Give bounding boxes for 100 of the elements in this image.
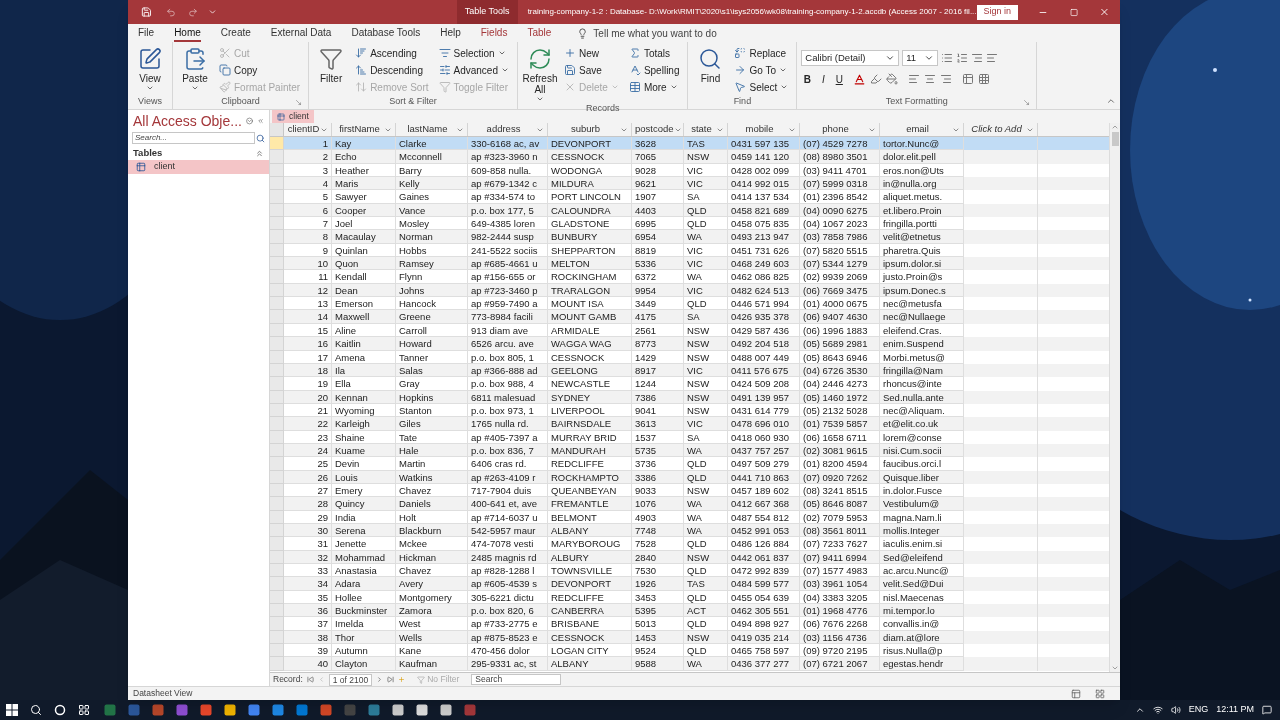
windows-logo-icon[interactable] xyxy=(6,704,18,716)
column-header[interactable]: postcode xyxy=(632,123,684,136)
ribbon-button[interactable]: Find xyxy=(692,45,729,84)
sign-in-button[interactable]: Sign in xyxy=(976,4,1019,20)
language-indicator[interactable]: ENG xyxy=(1188,703,1209,717)
ribbon-button[interactable]: Ascending xyxy=(355,45,433,61)
previous-record-icon[interactable] xyxy=(317,676,325,683)
row-selector[interactable] xyxy=(270,577,284,591)
table-row[interactable]: 40 Clayton Kaufman 295-9331 ac, st ALBANY 9588 WA 0436 377 277 (07) 6721 2067 egestas.hendr xyxy=(270,657,1109,671)
ribbon-button[interactable]: Save xyxy=(564,62,623,78)
record-position-field[interactable]: 1 of 2100 xyxy=(328,673,373,686)
task-view-icon[interactable] xyxy=(78,704,90,716)
ribbon-button[interactable]: Spelling xyxy=(628,62,684,78)
indent-icon[interactable] xyxy=(971,52,984,64)
app-icon[interactable] xyxy=(224,704,236,716)
ribbon-button[interactable]: Advanced xyxy=(438,62,513,78)
font-color-icon[interactable] xyxy=(853,72,867,86)
row-selector[interactable] xyxy=(270,457,284,471)
table-row[interactable]: 1 Kay Clarke 330-6168 ac, av DEVONPORT 3628 TAS 0431 597 135 (07) 4529 7278 tortor.Nunc@ xyxy=(270,137,1109,151)
network-icon[interactable] xyxy=(1152,705,1163,715)
scroll-up-icon[interactable] xyxy=(1111,123,1119,131)
ribbon-button[interactable]: Refresh All xyxy=(522,45,558,103)
ribbon-tab[interactable]: Fields xyxy=(480,24,508,42)
ribbon-tab[interactable]: External Data xyxy=(270,24,332,42)
column-header[interactable]: phone xyxy=(800,123,880,136)
column-header[interactable]: address xyxy=(468,123,548,136)
document-tab[interactable]: client xyxy=(272,110,314,123)
row-selector[interactable] xyxy=(270,177,284,191)
ribbon-button[interactable]: Paste xyxy=(177,45,213,92)
format-button[interactable]: B xyxy=(801,72,814,86)
row-selector[interactable] xyxy=(270,644,284,658)
table-row[interactable]: 4 Maris Kelly ap #679-1342 c MILDURA 9621 VIC 0414 992 015 (07) 5999 0318 in@nulla.org xyxy=(270,177,1109,191)
ribbon-button[interactable]: Replace xyxy=(734,45,793,61)
scroll-thumb[interactable] xyxy=(1111,132,1119,146)
collapse-section-icon[interactable] xyxy=(255,148,264,158)
ribbon-button[interactable]: Select xyxy=(734,79,793,95)
column-header[interactable]: Click to Add xyxy=(964,123,1038,136)
first-record-icon[interactable] xyxy=(306,676,314,683)
row-selector[interactable] xyxy=(270,190,284,204)
ribbon-tab[interactable]: Help xyxy=(440,24,461,42)
design-view-icon[interactable] xyxy=(1095,688,1105,699)
maximize-icon[interactable] xyxy=(1070,7,1079,17)
row-selector[interactable] xyxy=(270,657,284,671)
column-header[interactable]: email xyxy=(880,123,964,136)
last-record-icon[interactable] xyxy=(387,676,395,683)
ribbon-button[interactable]: Totals xyxy=(628,45,684,61)
table-row[interactable]: 14 Maxwell Greene 773-8984 facili MOUNT GAMB 4175 SA 0426 935 378 (06) 9407 4630 nec@Nullaege xyxy=(270,310,1109,324)
table-row[interactable]: 8 Macaulay Norman 982-2444 susp BUNBURY 6954 WA 0493 213 947 (03) 7858 7986 velit@etnetus xyxy=(270,230,1109,244)
collapse-pane-icon[interactable] xyxy=(256,116,264,126)
ribbon-button[interactable]: Descending xyxy=(355,62,433,78)
row-selector[interactable] xyxy=(270,564,284,578)
column-header[interactable]: firstName xyxy=(332,123,396,136)
table-row[interactable]: 10 Quon Ramsey ap #685-4661 u MELTON 5336 VIC 0468 249 603 (07) 5344 1279 ipsum.dolor.si xyxy=(270,257,1109,271)
record-search-field[interactable]: Search xyxy=(471,674,562,685)
column-header[interactable]: suburb xyxy=(548,123,632,136)
row-selector[interactable] xyxy=(270,337,284,351)
app-icon[interactable] xyxy=(392,704,404,716)
clock[interactable]: 12:11 PM xyxy=(1216,703,1254,717)
row-selector[interactable] xyxy=(270,230,284,244)
tell-me-field[interactable]: Tell me what you want to do xyxy=(593,25,754,41)
ribbon-tab[interactable]: Table xyxy=(527,24,552,42)
paint-bucket-icon[interactable] xyxy=(886,73,899,85)
column-header[interactable]: clientID xyxy=(284,123,332,136)
new-record-icon[interactable] xyxy=(398,676,406,683)
tray-expand-icon[interactable] xyxy=(1134,705,1145,715)
table-row[interactable]: 36 Buckminster Zamora p.o. box 820, 6 CANBERRA 5395 ACT 0462 305 551 (01) 1968 4776 mi.tempor.lo xyxy=(270,604,1109,618)
scroll-down-icon[interactable] xyxy=(1111,664,1119,672)
align-left-icon[interactable] xyxy=(908,73,921,85)
font-name-dropdown[interactable]: Calibri (Detail) xyxy=(801,50,900,66)
ribbon-button[interactable]: Copy xyxy=(219,62,305,78)
pane-menu-icon[interactable] xyxy=(245,116,253,126)
row-selector[interactable] xyxy=(270,310,284,324)
bullet-list-icon[interactable] xyxy=(941,52,954,64)
font-size-dropdown[interactable]: 11 xyxy=(902,50,939,66)
column-header[interactable]: state xyxy=(684,123,728,136)
datasheet-view-icon[interactable] xyxy=(1071,688,1081,699)
ribbon-button[interactable]: New xyxy=(564,45,623,61)
row-selector[interactable] xyxy=(270,377,284,391)
ribbon-button[interactable]: View xyxy=(132,45,168,92)
save-icon[interactable] xyxy=(141,6,152,18)
table-icon[interactable] xyxy=(962,73,975,85)
align-center-icon[interactable] xyxy=(924,73,937,85)
customize-icon[interactable] xyxy=(207,7,217,17)
row-selector[interactable] xyxy=(270,257,284,271)
row-selector[interactable] xyxy=(270,297,284,311)
align-right-icon[interactable] xyxy=(940,73,953,85)
grid-icon[interactable] xyxy=(978,73,991,85)
row-selector[interactable] xyxy=(270,217,284,231)
undo-icon[interactable] xyxy=(165,6,176,18)
app-icon[interactable] xyxy=(416,704,428,716)
ribbon-tab[interactable]: File xyxy=(138,24,155,42)
column-header[interactable]: mobile xyxy=(728,123,800,136)
table-row[interactable]: 16 Kaitlin Howard 6526 arcu. ave WAGGA WAG 8773 NSW 0492 204 518 (05) 5689 2981 enim.Suspend xyxy=(270,337,1109,351)
launcher-icon[interactable] xyxy=(295,98,303,106)
table-row[interactable]: 28 Quincy Daniels 400-641 et, ave FREMANTLE 1076 WA 0412 667 368 (05) 8646 8087 Vestibulum@ xyxy=(270,497,1109,511)
ribbon-tab[interactable]: Create xyxy=(220,24,251,42)
row-selector[interactable] xyxy=(270,497,284,511)
close-icon[interactable] xyxy=(1099,6,1110,18)
collapse-ribbon-icon[interactable] xyxy=(1106,96,1116,106)
table-row[interactable]: 2 Echo Mcconnell ap #323-3960 n CESSNOCK 7065 NSW 0459 141 120 (08) 8980 3501 dolor.elit.pell xyxy=(270,150,1109,164)
